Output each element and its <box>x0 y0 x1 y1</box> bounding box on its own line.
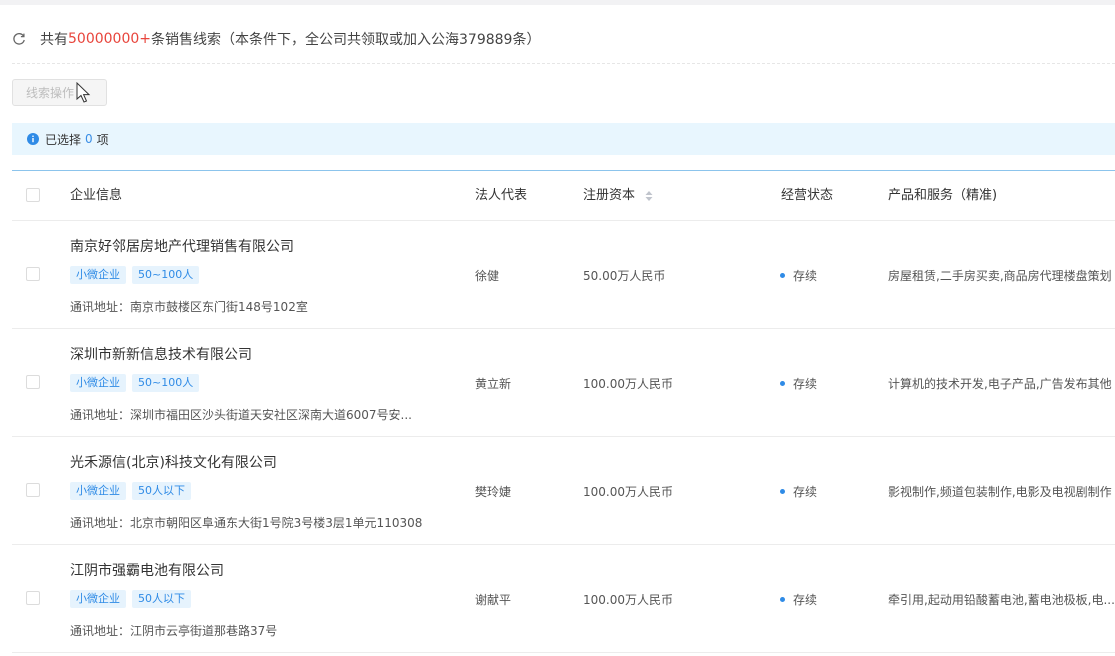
leads-table: 企业信息 法人代表 注册资本 经营状态 产品和服务（精准) 南京好邻居房地产代理… <box>12 170 1115 653</box>
products-services: 房屋租赁,二手房买卖,商品房代理楼盘策划 <box>888 269 1112 283</box>
selection-count: 0 <box>85 132 93 146</box>
company-name[interactable]: 江阴市强霸电池有限公司 <box>70 560 224 580</box>
employee-count-tag: 50人以下 <box>132 590 191 608</box>
company-address: 通讯地址：江阴市云亭街道那巷路37号 <box>70 622 277 639</box>
column-capital-label: 注册资本 <box>583 188 636 203</box>
status-dot-icon <box>780 489 785 494</box>
table-row: 深圳市新新信息技术有限公司 小微企业 50~100人 通讯地址：深圳市福田区沙头… <box>12 329 1115 437</box>
company-size-tag: 小微企业 <box>70 266 126 284</box>
column-capital[interactable]: 注册资本 <box>583 171 653 220</box>
business-status: 存续 <box>780 483 817 500</box>
sort-icon[interactable] <box>645 190 653 202</box>
products-services: 影视制作,频道包装制作,电影及电视剧制作 <box>888 485 1112 499</box>
legal-rep: 徐健 <box>475 269 500 283</box>
legal-rep: 谢献平 <box>475 593 512 607</box>
summary-suffix: 条销售线索（本条件下，全公司共领取或加入公海379889条） <box>151 32 541 48</box>
legal-rep: 黄立新 <box>475 377 512 391</box>
column-products: 产品和服务（精准) <box>888 188 998 203</box>
status-label: 存续 <box>793 269 818 283</box>
selection-bar: 已选择 0 项 <box>12 123 1115 155</box>
company-name[interactable]: 深圳市新新信息技术有限公司 <box>70 344 252 364</box>
registered-capital: 100.00万人民币 <box>583 485 673 499</box>
company-size-tag: 小微企业 <box>70 374 126 392</box>
row-checkbox[interactable] <box>26 267 40 281</box>
address-label: 通讯地址： <box>70 300 131 314</box>
registered-capital: 50.00万人民币 <box>583 269 666 283</box>
registered-capital: 100.00万人民币 <box>583 377 673 391</box>
business-status: 存续 <box>780 267 817 284</box>
address-label: 通讯地址： <box>70 408 131 422</box>
table-row: 光禾源信(北京)科技文化有限公司 小微企业 50人以下 通讯地址：北京市朝阳区阜… <box>12 437 1115 545</box>
row-checkbox[interactable] <box>26 483 40 497</box>
selection-prefix: 已选择 <box>45 132 82 147</box>
company-address: 通讯地址：北京市朝阳区阜通东大街1号院3号楼3层1单元110308 <box>70 514 422 531</box>
column-legal-rep: 法人代表 <box>475 188 528 203</box>
employee-count-tag: 50人以下 <box>132 482 191 500</box>
info-icon <box>27 133 39 145</box>
employee-count-tag: 50~100人 <box>132 374 200 392</box>
address-label: 通讯地址： <box>70 516 131 530</box>
refresh-icon[interactable] <box>12 32 26 46</box>
table-row: 江阴市强霸电池有限公司 小微企业 50人以下 通讯地址：江阴市云亭街道那巷路37… <box>12 545 1115 653</box>
products-services: 计算机的技术开发,电子产品,广告发布其他 <box>888 377 1112 391</box>
top-bar <box>0 0 1115 5</box>
selection-suffix: 项 <box>96 132 109 147</box>
company-name[interactable]: 光禾源信(北京)科技文化有限公司 <box>70 452 277 472</box>
select-all-checkbox[interactable] <box>26 188 40 202</box>
status-dot-icon <box>780 597 785 602</box>
column-company: 企业信息 <box>70 188 123 203</box>
legal-rep: 樊玲婕 <box>475 485 512 499</box>
business-status: 存续 <box>780 375 817 392</box>
status-dot-icon <box>780 381 785 386</box>
row-checkbox[interactable] <box>26 375 40 389</box>
business-status: 存续 <box>780 591 817 608</box>
status-dot-icon <box>780 273 785 278</box>
divider <box>12 63 1115 64</box>
company-tags: 小微企业 50~100人 <box>70 266 200 284</box>
status-label: 存续 <box>793 593 818 607</box>
column-status: 经营状态 <box>781 188 834 203</box>
company-name[interactable]: 南京好邻居房地产代理销售有限公司 <box>70 236 294 256</box>
products-services: 牵引用,起动用铅酸蓄电池,蓄电池极板,电... <box>888 593 1115 607</box>
table-row: 南京好邻居房地产代理销售有限公司 小微企业 50~100人 通讯地址：南京市鼓楼… <box>12 221 1115 329</box>
address-value: 江阴市云亭街道那巷路37号 <box>130 624 278 638</box>
company-address: 通讯地址：南京市鼓楼区东门街148号102室 <box>70 298 308 315</box>
row-checkbox[interactable] <box>26 591 40 605</box>
company-tags: 小微企业 50人以下 <box>70 590 191 608</box>
address-value: 南京市鼓楼区东门街148号102室 <box>130 300 308 314</box>
status-label: 存续 <box>793 485 818 499</box>
status-label: 存续 <box>793 377 818 391</box>
table-header: 企业信息 法人代表 注册资本 经营状态 产品和服务（精准) <box>12 170 1115 221</box>
summary-prefix: 共有 <box>40 32 68 48</box>
employee-count-tag: 50~100人 <box>132 266 200 284</box>
company-size-tag: 小微企业 <box>70 482 126 500</box>
company-size-tag: 小微企业 <box>70 590 126 608</box>
address-value: 北京市朝阳区阜通东大街1号院3号楼3层1单元110308 <box>130 516 423 530</box>
leads-summary: 共有 50000000+ 条销售线索（本条件下，全公司共领取或加入公海37988… <box>12 28 540 50</box>
address-label: 通讯地址： <box>70 624 131 638</box>
lead-actions-label: 线索操作 <box>26 86 75 100</box>
company-tags: 小微企业 50人以下 <box>70 482 191 500</box>
summary-count: 50000000+ <box>68 31 151 47</box>
company-address: 通讯地址：深圳市福田区沙头街道天安社区深南大道6007号安... <box>70 406 412 423</box>
company-tags: 小微企业 50~100人 <box>70 374 200 392</box>
registered-capital: 100.00万人民币 <box>583 593 673 607</box>
address-value: 深圳市福田区沙头街道天安社区深南大道6007号安... <box>130 408 412 422</box>
mouse-cursor-icon <box>76 82 91 103</box>
